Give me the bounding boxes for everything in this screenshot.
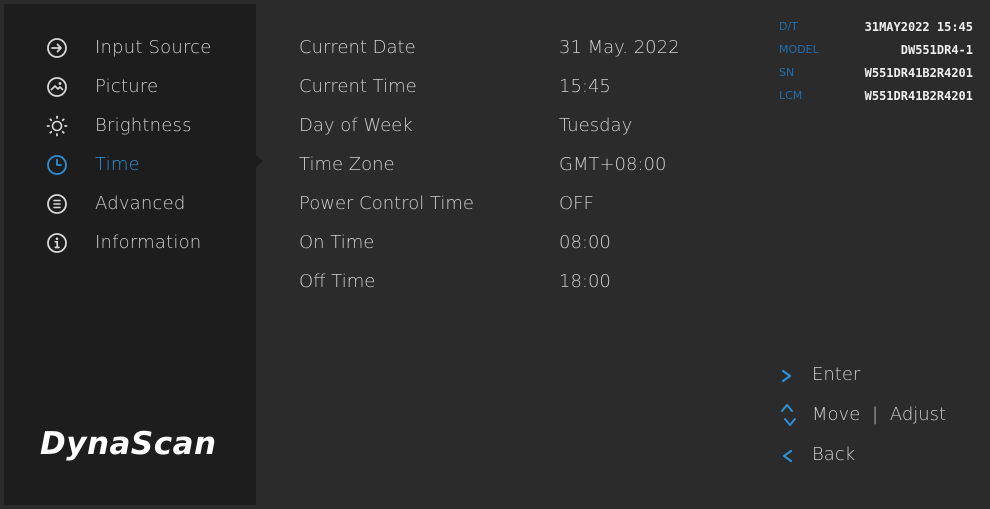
setting-value: 18:00: [559, 271, 611, 292]
device-info-panel: D/T 31MAY2022 15:45 MODEL DW551DR4-1 SN …: [779, 20, 979, 112]
menu-item-time[interactable]: Time: [4, 147, 256, 183]
hint-back: Back: [780, 442, 900, 472]
menu-item-brightness[interactable]: Brightness: [4, 108, 256, 144]
setting-value: 08:00: [559, 232, 611, 253]
setting-value: Tuesday: [559, 115, 633, 136]
menu-item-label: Advanced: [95, 193, 186, 214]
setting-value: OFF: [559, 193, 594, 214]
device-info-row: D/T 31MAY2022 15:45: [779, 20, 979, 43]
device-info-value: W551DR41B2R4201: [864, 66, 973, 80]
hint-separator: |: [872, 404, 879, 425]
chevron-right-icon: [780, 366, 796, 386]
input-source-icon: [46, 37, 68, 59]
hint-enter-label: Enter: [812, 364, 861, 385]
menu-item-label: Picture: [95, 76, 159, 97]
menu-item-input-source[interactable]: Input Source: [4, 30, 256, 66]
brightness-icon: [46, 115, 68, 137]
setting-row-current-time[interactable]: Current Time 15:45: [299, 69, 719, 105]
device-info-label: LCM: [779, 89, 803, 102]
hint-enter: Enter: [780, 362, 900, 392]
active-item-pointer: [256, 155, 263, 167]
setting-value: GMT+08:00: [559, 154, 667, 175]
menu-item-label: Time: [95, 154, 140, 175]
device-info-row: SN W551DR41B2R4201: [779, 66, 979, 89]
setting-label: Time Zone: [299, 154, 395, 175]
menu-item-label: Input Source: [95, 37, 212, 58]
setting-label: Power Control Time: [299, 193, 474, 214]
device-info-label: D/T: [779, 20, 798, 33]
hint-move-adjust: Move | Adjust: [780, 402, 980, 432]
osd-menu: Input Source Picture Brightness Time Adv: [4, 4, 986, 505]
hint-move-adjust-label: Move | Adjust: [812, 404, 946, 425]
device-info-row: LCM W551DR41B2R4201: [779, 89, 979, 112]
up-down-arrows-icon: [780, 404, 796, 426]
setting-label: Off Time: [299, 271, 376, 292]
setting-row-off-time[interactable]: Off Time 18:00: [299, 264, 719, 300]
setting-label: Current Time: [299, 76, 417, 97]
hint-back-label: Back: [812, 444, 856, 465]
setting-row-current-date[interactable]: Current Date 31 May. 2022: [299, 30, 719, 66]
hint-move-label: Move: [812, 404, 861, 425]
menu-item-picture[interactable]: Picture: [4, 69, 256, 105]
setting-value: 15:45: [559, 76, 611, 97]
setting-row-day-of-week[interactable]: Day of Week Tuesday: [299, 108, 719, 144]
setting-label: Day of Week: [299, 115, 413, 136]
device-info-value: 31MAY2022 15:45: [864, 20, 973, 34]
menu-item-label: Information: [95, 232, 202, 253]
sidebar: Input Source Picture Brightness Time Adv: [4, 4, 256, 505]
setting-label: Current Date: [299, 37, 416, 58]
time-icon: [46, 154, 68, 176]
setting-value: 31 May. 2022: [559, 37, 680, 58]
dynascan-logo: DynaScan: [40, 426, 217, 462]
advanced-icon: [46, 193, 68, 215]
menu-item-advanced[interactable]: Advanced: [4, 186, 256, 222]
menu-item-label: Brightness: [95, 115, 192, 136]
chevron-left-icon: [780, 446, 796, 466]
device-info-row: MODEL DW551DR4-1: [779, 43, 979, 66]
device-info-label: SN: [779, 66, 795, 79]
picture-icon: [46, 76, 68, 98]
setting-row-power-control-time[interactable]: Power Control Time OFF: [299, 186, 719, 222]
information-icon: [46, 232, 68, 254]
setting-label: On Time: [299, 232, 375, 253]
device-info-label: MODEL: [779, 43, 819, 56]
device-info-value: DW551DR4-1: [900, 43, 973, 57]
setting-row-on-time[interactable]: On Time 08:00: [299, 225, 719, 261]
device-info-value: W551DR41B2R4201: [864, 89, 973, 103]
hint-adjust-label: Adjust: [889, 404, 947, 425]
setting-row-time-zone[interactable]: Time Zone GMT+08:00: [299, 147, 719, 183]
menu-item-information[interactable]: Information: [4, 225, 256, 261]
